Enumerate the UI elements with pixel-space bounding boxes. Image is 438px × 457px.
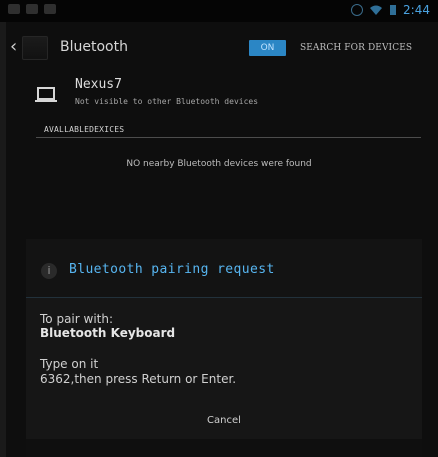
dialog-bottom (26, 439, 422, 457)
action-bar: ‹ Bluetooth ON SEARCH FOR DEVICES (0, 34, 438, 64)
this-device-row[interactable]: Nexus7 Not visible to other Bluetooth de… (35, 77, 415, 113)
back-chevron-icon[interactable]: ‹ (10, 36, 17, 58)
image-icon (44, 4, 56, 14)
wifi-icon (370, 5, 383, 15)
pair-device-name: Bluetooth Keyboard (40, 326, 176, 340)
available-devices-header: AVALLABLEDEXICES (44, 125, 125, 134)
page-title: Bluetooth (60, 39, 128, 55)
bluetooth-toggle[interactable]: ON (249, 40, 286, 56)
headset-icon (26, 4, 38, 14)
clock: 2:44 (403, 3, 430, 17)
info-icon: i (41, 263, 57, 279)
sync-icon (351, 4, 364, 16)
pair-instruction: Type on it (40, 357, 99, 371)
cancel-button[interactable]: Cancel (26, 415, 422, 426)
pair-with-label: To pair with: (40, 312, 114, 326)
device-visibility: Not visible to other Bluetooth devices (75, 97, 259, 106)
screen-edge (0, 0, 6, 457)
settings-app-icon[interactable] (22, 36, 48, 60)
battery-icon (390, 5, 397, 15)
pairing-dialog: i Bluetooth pairing request To pair with… (26, 239, 422, 457)
section-divider (36, 137, 421, 138)
empty-devices-message: NO nearby Bluetooth devices were found (126, 159, 312, 169)
status-left-icons (8, 4, 56, 14)
status-right-icons: 2:44 (351, 3, 430, 17)
dialog-divider (26, 297, 422, 298)
notification-icon (8, 4, 20, 14)
device-name: Nexus7 (75, 77, 122, 92)
search-for-devices-button[interactable]: SEARCH FOR DEVICES (300, 43, 412, 53)
status-bar: 2:44 (0, 0, 438, 22)
dialog-title: Bluetooth pairing request (69, 262, 275, 277)
dialog-title-bar: i Bluetooth pairing request (26, 239, 422, 297)
pairing-code-instruction: 6362,then press Return or Enter. (40, 372, 237, 386)
laptop-icon (35, 87, 57, 102)
